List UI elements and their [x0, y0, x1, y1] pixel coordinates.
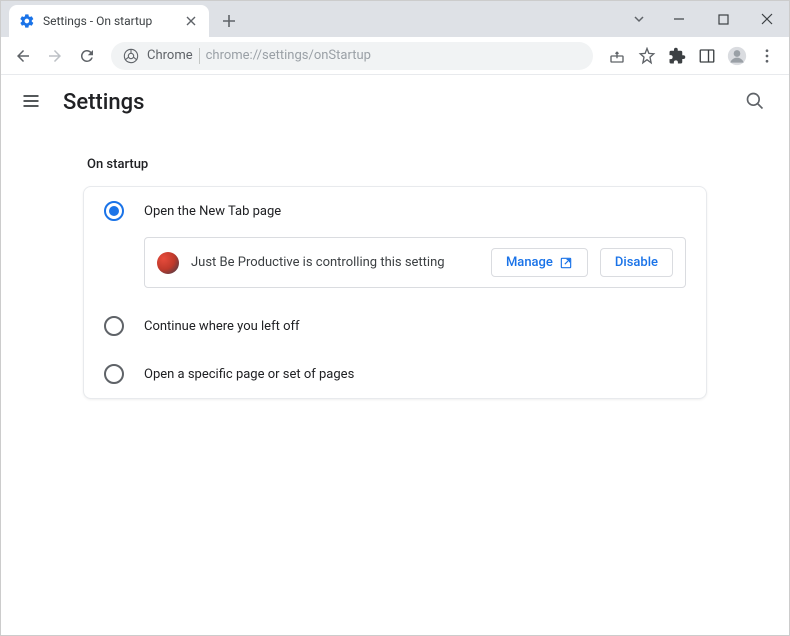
settings-header: Settings	[1, 75, 789, 131]
chevron-down-icon[interactable]	[621, 4, 657, 34]
open-external-icon	[559, 256, 573, 270]
address-bar[interactable]: Chrome chrome://settings/onStartup	[111, 42, 593, 70]
profile-avatar-icon[interactable]	[723, 42, 751, 70]
radio-label: Open the New Tab page	[144, 204, 281, 219]
new-tab-button[interactable]	[215, 7, 243, 35]
manage-button[interactable]: Manage	[491, 248, 588, 277]
share-icon[interactable]	[603, 42, 631, 70]
chrome-logo-icon	[123, 48, 139, 64]
reload-button[interactable]	[73, 42, 101, 70]
url-host: Chrome	[147, 48, 193, 63]
radio-label: Continue where you left off	[144, 319, 300, 334]
gear-icon	[19, 13, 35, 29]
window-controls	[621, 1, 789, 37]
manage-button-label: Manage	[506, 255, 553, 270]
disable-button[interactable]: Disable	[600, 248, 673, 277]
forward-button[interactable]	[41, 42, 69, 70]
hamburger-menu-icon[interactable]	[21, 91, 45, 115]
bookmark-star-icon[interactable]	[633, 42, 661, 70]
url-divider	[199, 48, 200, 64]
search-icon[interactable]	[745, 91, 769, 115]
radio-option-specific[interactable]: Open a specific page or set of pages	[84, 350, 706, 398]
extension-notice-text: Just Be Productive is controlling this s…	[191, 255, 479, 270]
maximize-button[interactable]	[701, 4, 745, 34]
radio-unselected-icon	[104, 364, 124, 384]
section-title: On startup	[83, 143, 707, 186]
minimize-button[interactable]	[657, 4, 701, 34]
radio-option-continue[interactable]: Continue where you left off	[84, 302, 706, 350]
radio-selected-icon	[104, 201, 124, 221]
page-title: Settings	[63, 90, 144, 115]
radio-unselected-icon	[104, 316, 124, 336]
browser-tab[interactable]: Settings - On startup	[9, 5, 209, 37]
kebab-menu-icon[interactable]	[753, 42, 781, 70]
extension-notice: Just Be Productive is controlling this s…	[144, 237, 686, 288]
radio-option-new-tab[interactable]: Open the New Tab page	[84, 187, 706, 235]
disable-button-label: Disable	[615, 255, 658, 270]
browser-toolbar: Chrome chrome://settings/onStartup	[1, 37, 789, 75]
settings-content: On startup Open the New Tab page Just Be…	[1, 131, 789, 399]
window-titlebar: Settings - On startup	[1, 1, 789, 37]
url-text: Chrome chrome://settings/onStartup	[147, 48, 371, 64]
extension-logo-icon	[157, 252, 179, 274]
url-path: chrome://settings/onStartup	[206, 48, 371, 63]
tab-title: Settings - On startup	[43, 14, 175, 28]
radio-label: Open a specific page or set of pages	[144, 367, 354, 382]
back-button[interactable]	[9, 42, 37, 70]
close-tab-icon[interactable]	[183, 13, 199, 29]
extensions-icon[interactable]	[663, 42, 691, 70]
startup-card: Open the New Tab page Just Be Productive…	[83, 186, 707, 399]
side-panel-icon[interactable]	[693, 42, 721, 70]
close-window-button[interactable]	[745, 4, 789, 34]
